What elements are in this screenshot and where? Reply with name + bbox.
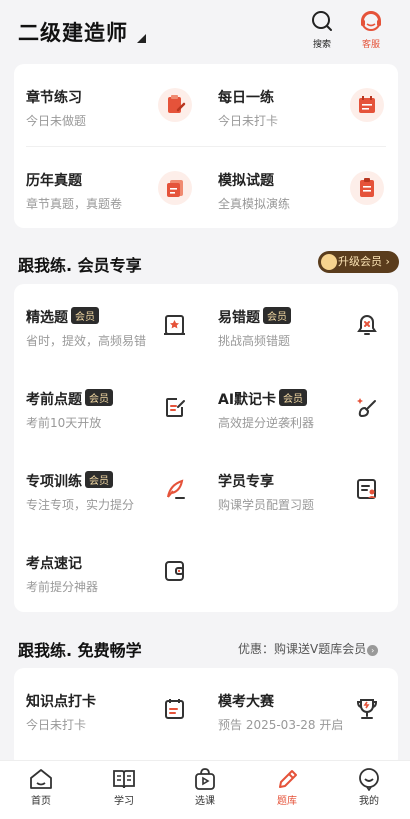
tab-question-bank[interactable]: 题库 [257, 767, 317, 807]
tab-label: 我的 [359, 796, 379, 807]
clipboard-pen-icon [158, 88, 192, 122]
tab-label: 学习 [114, 796, 134, 807]
item-subtitle: 今日未打卡 [26, 718, 87, 732]
item-name: 考点速记 [26, 556, 82, 572]
crown-icon [321, 254, 337, 270]
chapter-practice-item[interactable]: 章节练习 今日未做题 [14, 64, 202, 144]
tab-label: 题库 [277, 796, 297, 807]
member-badge: 会员 [279, 389, 308, 406]
home-icon [30, 769, 52, 789]
calendar-icon [350, 88, 384, 122]
item-name: 易错题 会员 [218, 307, 291, 327]
daily-practice-item[interactable]: 每日一练 今日未打卡 [206, 64, 394, 144]
upgrade-label: 升级会员 [338, 255, 382, 268]
scroll-star-icon [164, 315, 185, 335]
search-icon [312, 11, 332, 31]
item-subtitle: 省时，提效，高频易错 [26, 334, 147, 348]
bell-x-icon [357, 315, 377, 335]
member-section-title: 跟我练. 会员专享 [18, 256, 142, 275]
member-card: 精选题 会员 省时，提效，高频易错 易错题 会员 挑战高频错题 考前点题 会员 考前1… [14, 284, 398, 612]
item-subtitle: 挑战高频错题 [218, 334, 291, 348]
item-name: 章节练习 [26, 90, 82, 106]
mock-contest-item[interactable]: 模考大赛 预告 2025-03-28 开启 [206, 668, 394, 748]
item-name: 知识点打卡 [26, 694, 96, 710]
item-name: 专项训练 会员 [26, 471, 113, 491]
item-name: 每日一练 [218, 90, 274, 106]
selected-questions-item[interactable]: 精选题 会员 省时，提效，高频易错 [14, 284, 202, 364]
promo-link[interactable]: 优惠：购课送V题库会员 › [238, 640, 379, 657]
error-prone-item[interactable]: 易错题 会员 挑战高频错题 [206, 284, 394, 364]
item-subtitle: 今日未打卡 [218, 114, 279, 128]
quill-icon [167, 479, 185, 499]
item-name: 考前点题 会员 [26, 389, 113, 409]
tab-courses[interactable]: 选课 [175, 767, 235, 807]
profile-icon [359, 768, 379, 791]
wallet-book-icon [165, 561, 184, 581]
promo-text: 优惠：购课送V题库会员 [238, 642, 367, 656]
item-name: 精选题 会员 [26, 307, 99, 327]
member-badge: 会员 [85, 471, 113, 488]
item-name: 模拟试题 [218, 173, 274, 189]
item-name: AI默记卡 会员 [218, 389, 308, 409]
special-training-item[interactable]: 专项训练 会员 专注专项，实力提分 [14, 448, 202, 528]
item-name: 模考大赛 [218, 694, 274, 710]
item-name: 历年真题 [26, 173, 82, 189]
tab-profile[interactable]: 我的 [339, 767, 399, 807]
student-card-icon [357, 479, 376, 499]
customer-service-button[interactable]: 客服 [351, 10, 391, 50]
member-badge: 会员 [71, 307, 99, 324]
tab-home[interactable]: 首页 [11, 767, 71, 807]
free-section-title: 跟我练. 免费畅学 [18, 641, 142, 660]
item-subtitle: 考前提分神器 [26, 580, 99, 594]
search-label: 搜索 [312, 40, 331, 50]
item-subtitle: 专注专项，实力提分 [26, 498, 135, 512]
play-bag-icon [195, 768, 215, 790]
chevron-right-icon: › [367, 645, 379, 656]
pencil-icon [279, 770, 297, 788]
app-header: 二级建造师 搜索 客服 [0, 0, 410, 60]
exam-title[interactable]: 二级建造师 [18, 17, 128, 47]
past-exams-item[interactable]: 历年真题 章节真题，真题卷 [14, 147, 202, 227]
checklist-icon [350, 171, 384, 205]
member-badge: 会员 [263, 307, 291, 324]
knowledge-checkin-item[interactable]: 知识点打卡 今日未打卡 [14, 668, 202, 748]
practice-card: 章节练习 今日未做题 每日一练 今日未打卡 历年真题 章节真题，真题卷 模拟试题 [14, 64, 398, 228]
calendar-check-icon [165, 699, 184, 719]
item-subtitle: 章节真题，真题卷 [26, 197, 123, 211]
mock-tests-item[interactable]: 模拟试题 全真模拟演练 [206, 147, 394, 227]
trophy-icon [356, 699, 378, 719]
tab-label: 选课 [195, 796, 215, 807]
upgrade-member-button[interactable]: 升级会员 › [318, 251, 399, 273]
ai-memory-card-item[interactable]: AI默记卡 会员 高效提分逆袭利器 [206, 366, 394, 446]
item-subtitle: 购课学员配置习题 [218, 498, 315, 512]
tab-label: 首页 [31, 796, 51, 807]
bottom-tab-bar: 首页 学习 选课 题库 我的 [0, 760, 410, 819]
student-exclusive-item[interactable]: 学员专享 购课学员配置习题 [206, 448, 394, 528]
item-subtitle: 今日未做题 [26, 114, 87, 128]
quick-memo-item[interactable]: 考点速记 考前提分神器 [14, 530, 202, 610]
headset-icon [361, 11, 381, 31]
member-badge: 会员 [85, 389, 113, 406]
book-icon [113, 770, 135, 789]
item-subtitle: 全真模拟演练 [218, 197, 291, 211]
item-name: 学员专享 [218, 474, 274, 490]
magic-brush-icon [357, 398, 376, 418]
edit-note-icon [166, 398, 185, 417]
pre-exam-points-item[interactable]: 考前点题 会员 考前10天开放 [14, 366, 202, 446]
document-stack-icon [158, 171, 192, 205]
search-button[interactable]: 搜索 [302, 10, 342, 50]
free-card: 知识点打卡 今日未打卡 模考大赛 预告 2025-03-28 开启 [14, 668, 398, 768]
service-label: 客服 [361, 40, 380, 50]
item-subtitle: 预告 2025-03-28 开启 [218, 718, 344, 732]
dropdown-caret-icon[interactable] [137, 34, 146, 43]
item-subtitle: 考前10天开放 [26, 416, 102, 430]
tab-study[interactable]: 学习 [94, 767, 154, 807]
item-subtitle: 高效提分逆袭利器 [218, 416, 315, 430]
